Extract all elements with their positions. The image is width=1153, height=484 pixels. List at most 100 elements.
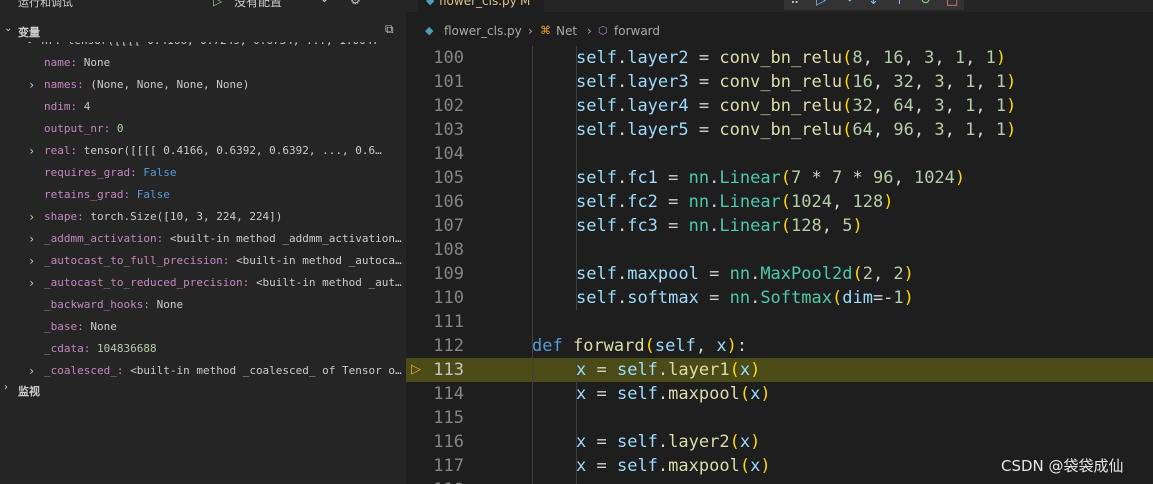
code-token: ( bbox=[780, 168, 792, 188]
watermark: CSDN @袋袋成仙 bbox=[1001, 457, 1124, 475]
code-token: self bbox=[576, 288, 617, 308]
variable-row[interactable]: _backward_hooks: None bbox=[0, 294, 406, 316]
variables-section-header[interactable]: ⌄ 变量 ⧉ bbox=[0, 20, 406, 42]
tab-filename[interactable]: flower_cls.py bbox=[439, 0, 517, 8]
watch-section-header[interactable]: › 监视 bbox=[0, 379, 406, 401]
continue-icon[interactable]: ▷ bbox=[816, 0, 826, 8]
code-line[interactable]: 112 def forward(self, x): bbox=[406, 334, 1153, 358]
breadcrumb-method[interactable]: forward bbox=[614, 20, 660, 42]
variable-row[interactable]: › real: tensor([[[[ 0.4166, 0.6392, 0.639… bbox=[0, 140, 406, 162]
code-token: 3 bbox=[934, 120, 945, 140]
chevron-right-icon[interactable]: › bbox=[28, 206, 35, 228]
variable-name: _backward_hooks: bbox=[44, 298, 150, 311]
code-token: layer2 bbox=[627, 48, 689, 68]
code-line[interactable]: 102 self.layer4 = conv_bn_relu(32, 64, 3,… bbox=[406, 94, 1153, 118]
variable-row[interactable]: name: None bbox=[0, 52, 406, 74]
code-token: self bbox=[576, 264, 617, 284]
start-debugging-icon[interactable]: ▷ bbox=[213, 0, 222, 8]
variable-name: _coalesced_: bbox=[44, 364, 124, 377]
code-area[interactable]: 100 self.layer2 = conv_bn_relu(8, 16, 3, … bbox=[406, 46, 1153, 484]
variable-row[interactable]: requires_grad: False bbox=[0, 162, 406, 184]
launch-config-select[interactable]: 没有配置 bbox=[234, 0, 282, 10]
step-out-icon[interactable]: ↑ bbox=[894, 0, 905, 8]
chevron-down-icon[interactable]: ⌄ bbox=[319, 0, 330, 6]
chevron-right-icon[interactable]: › bbox=[28, 250, 35, 272]
stop-icon[interactable]: □ bbox=[946, 0, 958, 8]
code-token: . bbox=[750, 264, 761, 284]
line-number: 103 bbox=[433, 120, 464, 140]
debug-toolbar: ⠿ ▷ ↷ ↓ ↑ ↻ □ bbox=[784, 0, 964, 10]
gear-icon[interactable]: ⚙ bbox=[350, 0, 361, 7]
code-token: conv_bn_relu bbox=[719, 96, 843, 116]
code-token: layer1 bbox=[668, 360, 730, 380]
variables-section-title: 变量 bbox=[18, 26, 40, 39]
variable-name: shape: bbox=[44, 210, 84, 223]
code-token: 7 bbox=[832, 168, 843, 188]
chevron-down-icon: ⌄ bbox=[4, 23, 13, 34]
line-number: 105 bbox=[433, 168, 464, 188]
code-token: 3 bbox=[934, 72, 945, 92]
variable-row[interactable]: › _coalesced_: <built-in method _coalesce… bbox=[0, 360, 406, 380]
code-line[interactable]: 100 self.layer2 = conv_bn_relu(8, 16, 3, … bbox=[406, 46, 1153, 70]
code-token: ) bbox=[883, 192, 894, 212]
code-token: conv_bn_relu bbox=[719, 48, 843, 68]
variable-row[interactable]: retains_grad: False bbox=[0, 184, 406, 206]
step-over-icon[interactable]: ↷ bbox=[842, 0, 853, 8]
code-line[interactable]: 116 x = self.layer2(x) bbox=[406, 430, 1153, 454]
code-line[interactable]: 109 self.maxpool = nn.MaxPool2d(2, 2) bbox=[406, 262, 1153, 286]
code-token: . bbox=[616, 168, 628, 188]
more-actions-icon[interactable]: ··· bbox=[375, 0, 387, 6]
code-token: 64 bbox=[893, 96, 914, 116]
collapse-all-icon[interactable]: ⧉ bbox=[385, 22, 394, 37]
variable-row[interactable]: › shape: torch.Size([10, 3, 224, 224]) bbox=[0, 206, 406, 228]
variable-row[interactable]: output_nr: 0 bbox=[0, 118, 406, 140]
code-line[interactable]: 115 bbox=[406, 406, 1153, 430]
code-line[interactable]: 107 self.fc3 = nn.Linear(128, 5) bbox=[406, 214, 1153, 238]
code-token: conv_bn_relu bbox=[719, 120, 843, 140]
code-token: , bbox=[975, 120, 996, 140]
code-token: ) bbox=[852, 216, 863, 236]
chevron-right-icon[interactable]: › bbox=[28, 140, 35, 162]
drag-handle-icon[interactable]: ⠿ bbox=[790, 0, 800, 8]
variable-value: <built-in method _auto… bbox=[255, 276, 402, 289]
code-line[interactable]: 103 self.layer5 = conv_bn_relu(64, 96, 3,… bbox=[406, 118, 1153, 142]
code-token: 96 bbox=[893, 120, 914, 140]
code-line[interactable]: 118 bbox=[406, 478, 1153, 484]
chevron-right-icon[interactable]: › bbox=[28, 74, 35, 96]
code-token: 1 bbox=[965, 120, 976, 140]
code-text: self.fc2 = nn.Linear(1024, 128) bbox=[576, 190, 893, 214]
code-line[interactable]: 104 bbox=[406, 142, 1153, 166]
restart-icon[interactable]: ↻ bbox=[920, 0, 931, 8]
code-token: ( bbox=[729, 360, 740, 380]
variable-row[interactable]: › _addmm_activation: <built-in method _ad… bbox=[0, 228, 406, 250]
code-token: , bbox=[872, 264, 894, 284]
code-token: ) bbox=[750, 360, 761, 380]
breadcrumb-class[interactable]: Net bbox=[556, 20, 577, 42]
code-line[interactable]: 101 self.layer3 = conv_bn_relu(16, 32, 3,… bbox=[406, 70, 1153, 94]
variable-row[interactable]: ndim: 4 bbox=[0, 96, 406, 118]
chevron-right-icon[interactable]: › bbox=[28, 228, 35, 250]
variable-row-partial[interactable]: > nr: tensor([[[[ 0.4166, 0.7249, 0.6734… bbox=[28, 42, 398, 52]
variable-row[interactable]: › names: (None, None, None, None) bbox=[0, 74, 406, 96]
variable-row[interactable]: › _autocast_to_reduced_precision: <built-… bbox=[0, 272, 406, 294]
chevron-right-icon[interactable]: › bbox=[28, 360, 35, 380]
variable-value: <built-in method _coalesced_ of Tensor o… bbox=[130, 364, 402, 377]
code-line[interactable]: 108 bbox=[406, 238, 1153, 262]
breadcrumb-file[interactable]: flower_cls.py bbox=[444, 20, 522, 42]
variable-row[interactable]: _base: None bbox=[0, 316, 406, 338]
code-token: self bbox=[654, 336, 696, 356]
code-line[interactable]: 110 self.softmax = nn.Softmax(dim=-1) bbox=[406, 286, 1153, 310]
step-into-icon[interactable]: ↓ bbox=[868, 0, 879, 8]
chevron-right-icon[interactable]: › bbox=[28, 272, 35, 294]
line-number: 114 bbox=[433, 384, 464, 404]
code-line[interactable]: ▷ 113 x = self.layer1(x) bbox=[406, 358, 1153, 382]
code-token: ) bbox=[726, 336, 737, 356]
variable-name: name: bbox=[44, 56, 78, 69]
code-line[interactable]: 106 self.fc2 = nn.Linear(1024, 128) bbox=[406, 190, 1153, 214]
variable-row[interactable]: › _autocast_to_full_precision: <built-in … bbox=[0, 250, 406, 272]
code-line[interactable]: 111 bbox=[406, 310, 1153, 334]
variable-row[interactable]: _cdata: 104836688 bbox=[0, 338, 406, 360]
code-token: ) bbox=[1006, 120, 1017, 140]
code-line[interactable]: 114 x = self.maxpool(x) bbox=[406, 382, 1153, 406]
code-line[interactable]: 105 self.fc1 = nn.Linear(7 * 7 * 96, 1024… bbox=[406, 166, 1153, 190]
